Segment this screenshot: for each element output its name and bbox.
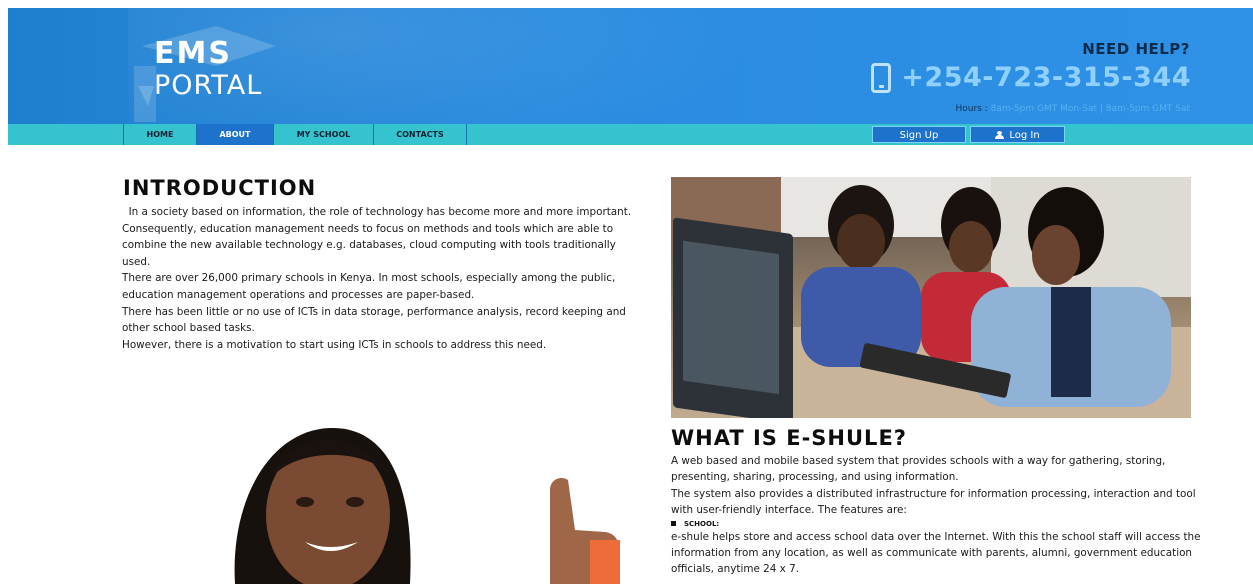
intro-paragraph: Consequently, education management needs… xyxy=(122,222,616,268)
what-paragraph: The system also provides a distributed i… xyxy=(671,487,1196,517)
phone-row: +254-723-315-344 xyxy=(871,62,1191,93)
introduction-text: In a society based on information, the r… xyxy=(122,204,642,353)
intro-paragraph: However, there is a motivation to start … xyxy=(122,338,547,351)
nav-contacts[interactable]: CONTACTS xyxy=(373,124,466,145)
square-bullet-icon xyxy=(671,521,676,527)
feature-school-text: e-shule helps store and access school da… xyxy=(671,530,1201,576)
log-in-label: Log In xyxy=(1009,130,1040,141)
sign-up-button[interactable]: Sign Up xyxy=(872,126,966,143)
feature-school-label-text: SCHOOL: xyxy=(684,519,720,528)
feature-school-label: SCHOOL: xyxy=(671,519,1201,529)
logo-line-2: PORTAL xyxy=(154,70,263,101)
need-help-heading: NEED HELP? xyxy=(1082,40,1190,58)
logo-line-1: EMS xyxy=(154,36,232,71)
nav-divider xyxy=(466,124,467,145)
main-navbar: HOME ABOUT MY SCHOOL CONTACTS Sign Up Lo… xyxy=(8,124,1253,145)
introduction-title: INTRODUCTION xyxy=(123,176,317,200)
nav-home[interactable]: HOME xyxy=(123,124,196,145)
intro-paragraph: In a society based on information, the r… xyxy=(122,206,632,218)
ems-portal-logo[interactable]: EMS PORTAL xyxy=(124,26,294,122)
hours-label: Hours : xyxy=(955,104,988,114)
student-thumbs-up-photo xyxy=(210,420,640,584)
what-paragraph: A web based and mobile based system that… xyxy=(671,455,1166,484)
intro-paragraph: There has been little or no use of ICTs … xyxy=(122,305,626,335)
phone-number[interactable]: +254-723-315-344 xyxy=(901,62,1191,93)
nav-my-school[interactable]: MY SCHOOL xyxy=(273,124,373,145)
log-in-button[interactable]: Log In xyxy=(970,126,1065,143)
nav-about[interactable]: ABOUT xyxy=(196,124,273,145)
hours-text: Hours : 8am-5pm GMT Mon-Sat | 8am-5pm GM… xyxy=(956,104,1190,114)
what-is-eshule-title: WHAT IS E-SHULE? xyxy=(671,426,907,450)
sign-up-label: Sign Up xyxy=(899,130,939,141)
students-computer-photo xyxy=(671,177,1191,418)
students-photo-illustration xyxy=(671,177,1191,418)
user-icon xyxy=(995,131,1005,139)
what-is-eshule-text: A web based and mobile based system that… xyxy=(671,453,1201,578)
intro-paragraph: There are over 26,000 primary schools in… xyxy=(122,272,616,301)
site-header: EMS PORTAL NEED HELP? +254-723-315-344 H… xyxy=(8,8,1253,124)
phone-icon xyxy=(871,62,892,93)
hours-value: 8am-5pm GMT Mon-Sat | 8am-5pm GMT Sat xyxy=(990,104,1190,114)
thumbs-up-illustration xyxy=(234,427,620,584)
